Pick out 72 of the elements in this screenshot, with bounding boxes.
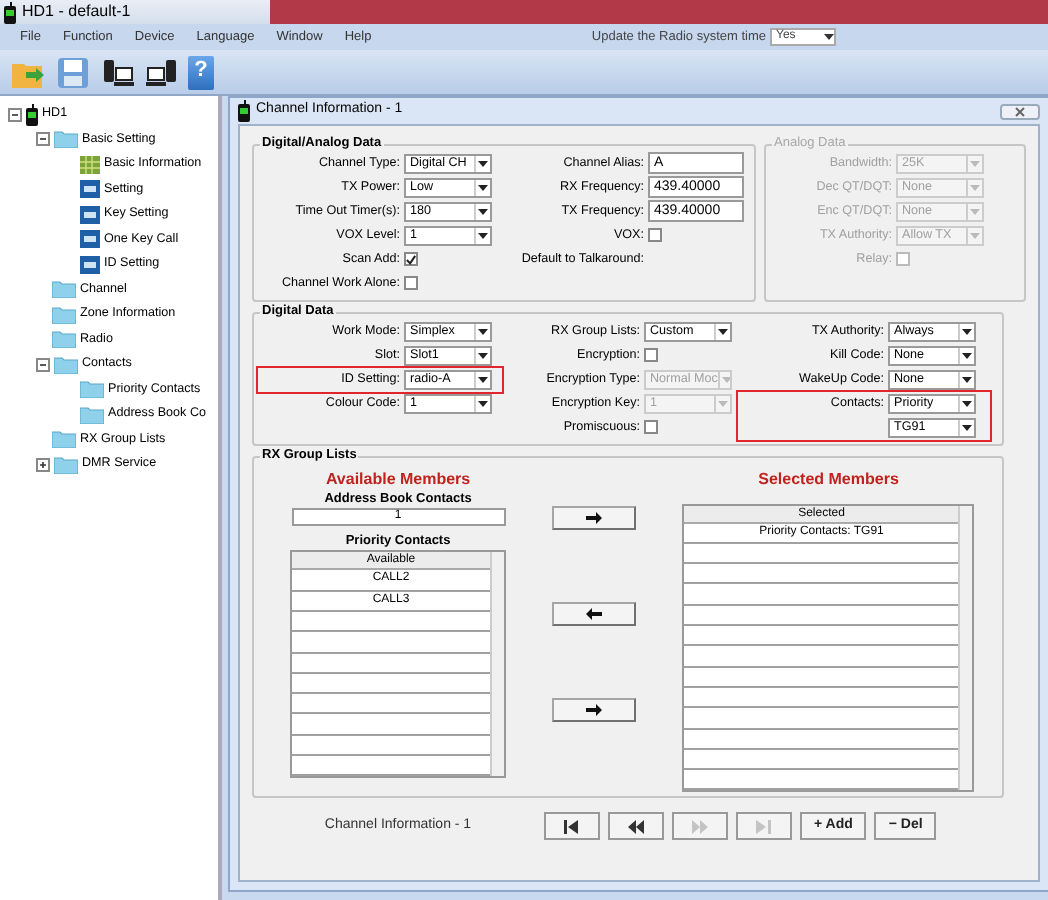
toolbar-button[interactable] bbox=[144, 55, 178, 89]
scrollbar[interactable] bbox=[958, 505, 973, 791]
folder-icon bbox=[52, 280, 76, 299]
window-title: HD1 - default-1 bbox=[22, 2, 131, 22]
move-right-button[interactable] bbox=[552, 506, 637, 531]
checkbox[interactable] bbox=[404, 252, 418, 267]
caret-icon bbox=[962, 399, 972, 408]
radio-icon bbox=[4, 1, 16, 23]
caret-icon bbox=[970, 231, 980, 240]
collapse-icon[interactable] bbox=[8, 107, 22, 122]
save-icon bbox=[58, 57, 88, 87]
folder-icon bbox=[54, 355, 78, 374]
caret-icon bbox=[478, 231, 488, 240]
tile-icon bbox=[80, 255, 100, 274]
arrow-left-icon bbox=[586, 608, 603, 621]
caret-icon bbox=[718, 327, 728, 336]
section-title: Selected Members bbox=[758, 470, 899, 490]
scrollbar[interactable] bbox=[490, 552, 505, 777]
arrow-right-icon bbox=[586, 704, 603, 717]
caret-icon bbox=[962, 423, 972, 432]
folder-icon bbox=[52, 305, 76, 324]
caret-icon bbox=[962, 375, 972, 384]
caret-icon bbox=[478, 399, 488, 408]
checkbox[interactable] bbox=[648, 228, 662, 243]
arrow-right-icon bbox=[586, 512, 603, 525]
caret-icon bbox=[478, 327, 488, 336]
tile-icon bbox=[80, 205, 100, 224]
folder-icon bbox=[80, 405, 104, 424]
caret-icon bbox=[824, 32, 834, 42]
prev-button[interactable] bbox=[608, 812, 664, 841]
folder-icon bbox=[54, 130, 78, 149]
first-button[interactable] bbox=[544, 812, 600, 841]
move-right-button[interactable] bbox=[552, 698, 637, 723]
caret-icon bbox=[970, 183, 980, 192]
last-icon bbox=[756, 819, 772, 834]
tile-icon bbox=[80, 230, 100, 249]
first-icon bbox=[564, 819, 580, 834]
caret-icon bbox=[478, 183, 488, 192]
caret-icon bbox=[970, 159, 980, 168]
caret-icon bbox=[478, 207, 488, 216]
checkbox[interactable] bbox=[644, 348, 658, 363]
folder-icon bbox=[52, 430, 76, 449]
checkbox[interactable] bbox=[404, 276, 418, 291]
checkbox[interactable] bbox=[644, 420, 658, 435]
folder-icon bbox=[80, 380, 104, 399]
next-icon bbox=[692, 819, 708, 834]
prev-icon bbox=[628, 819, 644, 834]
caret-icon bbox=[970, 207, 980, 216]
collapse-icon[interactable] bbox=[36, 132, 50, 147]
caret-icon bbox=[721, 375, 730, 384]
check-icon bbox=[406, 253, 416, 266]
close-button[interactable] bbox=[1000, 103, 1040, 119]
collapse-icon[interactable] bbox=[36, 357, 50, 372]
expand-icon[interactable] bbox=[36, 457, 50, 472]
radio-icon bbox=[26, 103, 38, 126]
tile-icon bbox=[80, 180, 100, 199]
caret-icon bbox=[962, 327, 972, 336]
folder-icon bbox=[54, 455, 78, 474]
radio-computer-icon bbox=[101, 57, 133, 87]
caret-icon bbox=[478, 375, 488, 384]
computer-radio-icon bbox=[145, 57, 177, 87]
caret-icon bbox=[962, 351, 972, 360]
caret-icon bbox=[478, 159, 488, 168]
toolbar-button[interactable] bbox=[100, 55, 134, 89]
move-left-button[interactable] bbox=[552, 602, 637, 627]
section-title: Available Members bbox=[325, 470, 471, 492]
radio-icon bbox=[238, 100, 250, 122]
caret-icon bbox=[718, 399, 728, 408]
caret-icon bbox=[478, 351, 488, 360]
close-icon bbox=[1014, 105, 1026, 117]
folder-icon bbox=[52, 330, 76, 349]
grid-icon bbox=[80, 155, 100, 174]
